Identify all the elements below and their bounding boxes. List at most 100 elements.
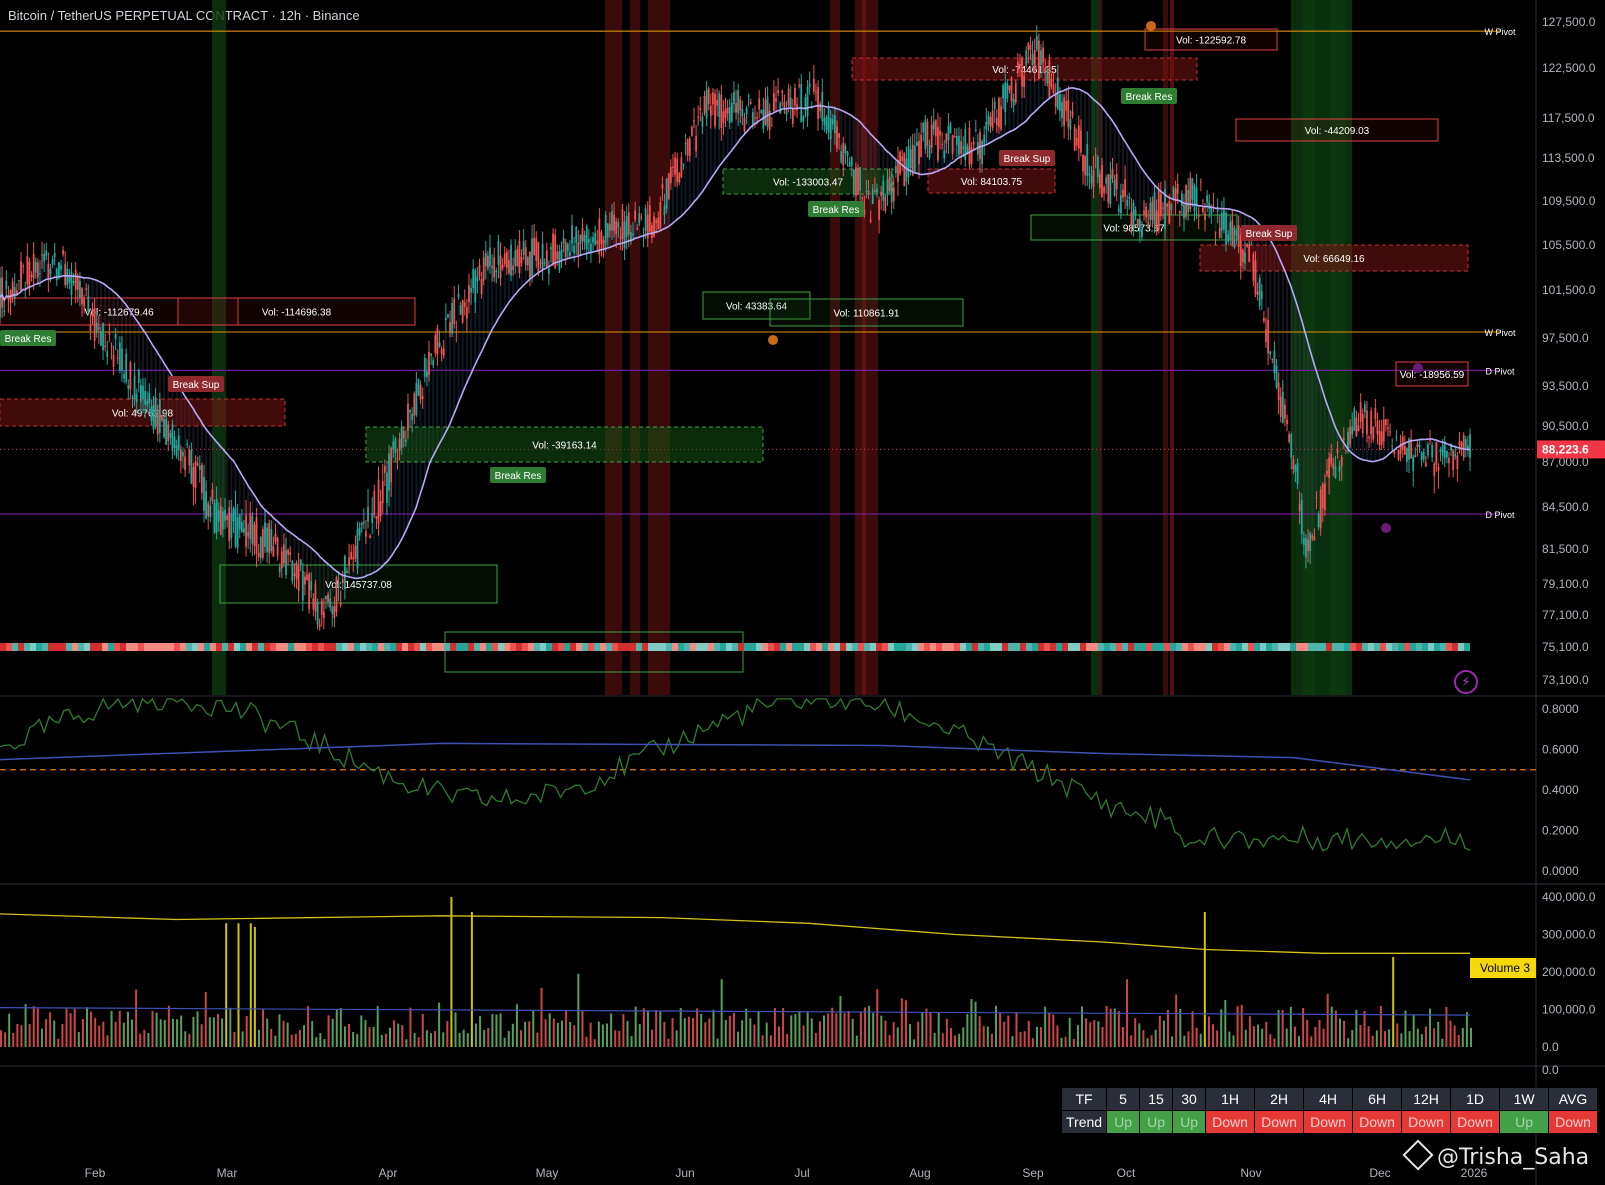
candle-body <box>1151 200 1154 221</box>
price-tick-label: 84,500.0 <box>1542 500 1589 514</box>
candle-body <box>1094 154 1097 156</box>
candle-body <box>1193 185 1196 212</box>
volume-bar <box>1326 993 1329 1047</box>
volume-bar <box>1068 1017 1071 1047</box>
candle-body <box>74 269 77 290</box>
candle-body <box>1433 463 1436 476</box>
candle-body <box>383 466 386 473</box>
candle-body <box>760 110 763 114</box>
volume-bar <box>601 1024 604 1047</box>
volume-bar <box>343 1026 346 1047</box>
volume-bar <box>364 1020 367 1047</box>
candle-body <box>1027 42 1030 50</box>
volume-zone-box <box>444 631 744 673</box>
candle-body <box>1323 483 1326 511</box>
volume-bar <box>1359 1025 1362 1047</box>
trend-strip-cell <box>150 643 156 651</box>
candle-body <box>693 120 695 122</box>
candle-body <box>91 308 94 317</box>
volume-bar <box>479 1016 482 1047</box>
candle-body <box>1321 484 1324 509</box>
candle-body <box>140 384 142 402</box>
candle-body <box>489 247 491 267</box>
trend-strip-cell <box>414 643 420 651</box>
candle-body <box>156 413 159 435</box>
price-chart[interactable]: W PivotW PivotD PivotD PivotVol: -112679… <box>0 0 1605 1185</box>
candle-body <box>531 238 533 277</box>
price-tick-label: 97,500.0 <box>1542 331 1589 345</box>
candle-body <box>1153 192 1156 224</box>
signal-label: Break Res <box>5 334 52 345</box>
candle-body <box>468 285 470 303</box>
candle-body <box>627 212 630 235</box>
volume-bar <box>1150 1035 1153 1047</box>
volume-bar <box>831 1007 834 1047</box>
month-label: Oct <box>1117 1166 1136 1180</box>
candle-body <box>222 511 224 530</box>
flash-icon[interactable]: ⚡ <box>1454 670 1478 694</box>
trend-strip-cell <box>1014 643 1020 651</box>
candle-body <box>428 351 430 376</box>
pivot-label: W Pivot <box>1484 27 1516 37</box>
candle-body <box>1338 466 1341 472</box>
volume-bar <box>1232 1035 1235 1047</box>
candle-body <box>1309 532 1312 551</box>
volume-bar <box>1363 1010 1366 1047</box>
volume-bar <box>85 1007 88 1047</box>
candle-body <box>1246 244 1248 248</box>
price-tick-label: 73,100.0 <box>1542 673 1589 687</box>
volume-bar <box>1453 1025 1456 1047</box>
candle-body <box>1252 253 1255 281</box>
candle-body <box>545 250 548 267</box>
month-label: Aug <box>909 1166 930 1180</box>
trend-strip-cell <box>618 643 624 651</box>
candle-body <box>1410 439 1413 459</box>
trend-strip-cell <box>192 643 198 651</box>
candle-body <box>794 87 796 106</box>
volume-bar <box>1015 1011 1018 1047</box>
volume-bar <box>827 1013 830 1047</box>
volume-zone-label: Vol: -44209.03 <box>1305 126 1370 137</box>
volume-bar <box>1375 1030 1378 1047</box>
candle-body <box>1170 204 1173 210</box>
volume-bar <box>4 1032 7 1047</box>
candle-body <box>1103 187 1105 194</box>
candle-body <box>465 307 468 319</box>
trend-strip-cell <box>1338 643 1344 651</box>
candle-body <box>81 288 83 305</box>
candle-body <box>823 118 826 125</box>
trend-strip-cell <box>276 643 282 651</box>
volume-bar <box>999 1012 1002 1047</box>
volume-bar <box>1093 1020 1096 1047</box>
volume-bar <box>1052 1014 1055 1047</box>
candle-body <box>308 573 311 609</box>
price-tick-label: 105,500.0 <box>1542 238 1596 252</box>
trend-strip-cell <box>300 643 306 651</box>
candle-body <box>125 353 128 382</box>
volume-bar <box>1461 1028 1464 1047</box>
trend-strip <box>0 643 1470 651</box>
candle-body <box>451 303 454 334</box>
candle-body <box>1101 165 1103 198</box>
trend-strip-cell <box>366 643 372 651</box>
candle-body <box>735 103 737 113</box>
volume-bar <box>20 1025 23 1047</box>
trend-strip-cell <box>60 643 66 651</box>
candle-body <box>1157 190 1160 230</box>
candle-body <box>1260 291 1263 300</box>
volume-bar <box>569 1022 572 1047</box>
volume-bar <box>995 1005 998 1047</box>
candle-body <box>409 409 411 413</box>
volume-bar <box>1396 1023 1399 1047</box>
volume-bar <box>708 1018 711 1047</box>
volume-ma-line <box>0 913 1470 954</box>
trend-strip-cell <box>1374 643 1380 651</box>
candle-body <box>779 103 782 114</box>
volume-bar <box>429 1033 432 1047</box>
candle-body <box>377 479 380 525</box>
trend-strip-cell <box>636 643 642 651</box>
candle-body <box>524 247 527 266</box>
volume-bar <box>1314 1026 1317 1047</box>
candle-body <box>972 141 975 145</box>
candle-body <box>846 151 849 156</box>
